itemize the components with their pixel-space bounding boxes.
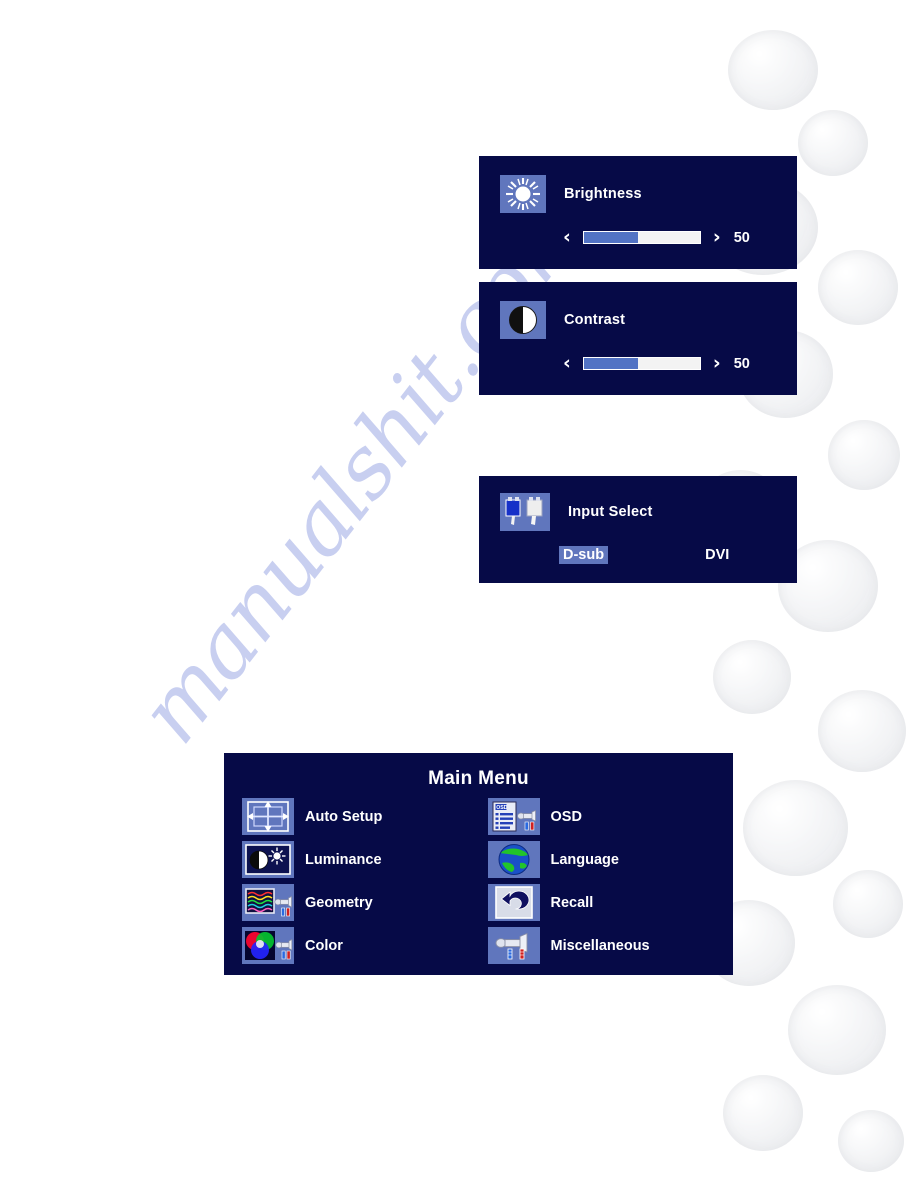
menu-item-geometry[interactable]: Geometry: [242, 884, 488, 921]
menu-item-luminance[interactable]: Luminance: [242, 841, 488, 878]
menu-label-recall: Recall: [550, 894, 594, 911]
menu-label-language: Language: [550, 851, 619, 868]
menu-label-luminance: Luminance: [305, 851, 382, 868]
contrast-osd-panel: Contrast ‹ › 50: [479, 282, 797, 395]
brightness-header-row: Brightness: [500, 175, 642, 213]
menu-item-osd[interactable]: OSD OSD: [487, 798, 734, 835]
contrast-decrease-arrow-icon[interactable]: ‹: [563, 354, 571, 373]
recall-icon: [487, 884, 540, 921]
input-option-dvi[interactable]: DVI: [705, 547, 729, 563]
input-select-options-row: D-sub DVI: [559, 546, 759, 564]
language-globe-icon: [487, 841, 540, 878]
brightness-increase-arrow-icon[interactable]: ›: [713, 228, 721, 247]
contrast-icon: [500, 301, 546, 339]
brightness-label: Brightness: [564, 186, 642, 202]
contrast-increase-arrow-icon[interactable]: ›: [713, 354, 721, 373]
contrast-slider-row[interactable]: ‹ › 50: [563, 354, 750, 373]
menu-label-color: Color: [305, 937, 343, 954]
brightness-osd-panel: Brightness ‹ › 50: [479, 156, 797, 269]
brightness-slider-fill: [583, 232, 639, 243]
brightness-slider-track[interactable]: [582, 231, 701, 244]
brightness-value: 50: [733, 229, 750, 246]
color-wheel-icon: [242, 927, 294, 964]
main-menu-title: Main Menu: [428, 768, 529, 789]
main-menu-osd-panel: Main Menu Auto Setup OSD OSD Luminance L…: [224, 753, 733, 975]
input-option-dsub[interactable]: D-sub: [559, 546, 609, 564]
main-menu-grid: Auto Setup OSD OSD Luminance Language Ge…: [224, 798, 733, 964]
input-select-label: Input Select: [568, 504, 653, 520]
contrast-slider-fill: [583, 358, 639, 369]
menu-item-auto-setup[interactable]: Auto Setup: [242, 798, 488, 835]
svg-text:OSD: OSD: [496, 805, 507, 811]
menu-label-osd: OSD: [550, 808, 582, 825]
input-select-osd-panel: Input Select D-sub DVI: [479, 476, 797, 583]
menu-item-recall[interactable]: Recall: [487, 884, 734, 921]
menu-label-miscellaneous: Miscellaneous: [550, 937, 650, 954]
connectors-icon: [500, 493, 550, 531]
geometry-icon: [242, 884, 294, 921]
auto-setup-icon: [242, 798, 294, 835]
contrast-header-row: Contrast: [500, 301, 625, 339]
input-select-header-row: Input Select: [500, 493, 653, 531]
menu-item-color[interactable]: Color: [242, 927, 488, 964]
miscellaneous-icon: [487, 927, 540, 964]
manual-page: manualshit.com Brightness ‹ › 50 Contras…: [0, 0, 918, 1188]
contrast-label: Contrast: [564, 312, 626, 328]
menu-label-geometry: Geometry: [305, 894, 373, 911]
menu-item-language[interactable]: Language: [487, 841, 734, 878]
luminance-icon: [242, 841, 294, 878]
menu-label-auto-setup: Auto Setup: [305, 808, 383, 825]
menu-item-miscellaneous[interactable]: Miscellaneous: [487, 927, 734, 964]
sun-icon: [500, 175, 546, 213]
brightness-decrease-arrow-icon[interactable]: ‹: [563, 228, 571, 247]
contrast-value: 50: [733, 355, 750, 372]
brightness-slider-row[interactable]: ‹ › 50: [563, 228, 750, 247]
osd-icon: OSD: [487, 798, 540, 835]
contrast-slider-track[interactable]: [582, 357, 701, 370]
